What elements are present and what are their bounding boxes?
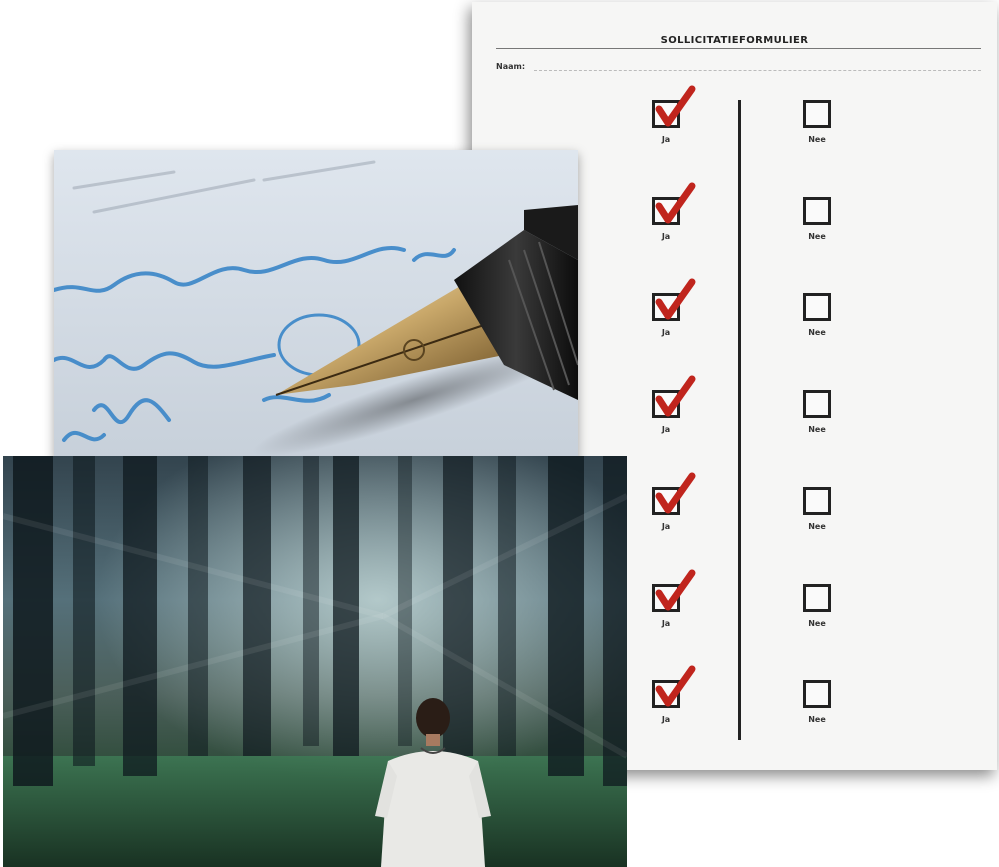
yes-label: Ja: [661, 522, 671, 531]
no-checkbox: [803, 100, 831, 128]
yes-checkbox: [652, 569, 696, 612]
yes-option: Ja: [636, 472, 696, 531]
no-option: Nee: [787, 293, 847, 337]
yes-label: Ja: [661, 425, 671, 434]
no-label: Nee: [808, 619, 826, 628]
no-checkbox: [803, 293, 831, 321]
no-checkbox: [803, 584, 831, 612]
no-label: Nee: [808, 715, 826, 724]
checkmark-icon: [655, 375, 696, 417]
checkmark-icon: [655, 85, 696, 127]
yes-checkbox: [652, 182, 696, 225]
no-option: Nee: [787, 100, 847, 144]
form-title: SOLLICITATIEFORMULIER: [660, 35, 809, 46]
no-label: Nee: [808, 328, 826, 337]
no-label: Nee: [808, 135, 826, 144]
yes-option: Ja: [636, 569, 696, 628]
checkmark-icon: [655, 472, 696, 514]
yes-checkbox: [652, 375, 696, 418]
checkmark-icon: [655, 569, 696, 611]
yes-checkbox: [652, 472, 696, 515]
forest-illustration: [3, 456, 627, 867]
no-label: Nee: [808, 232, 826, 241]
yes-label: Ja: [661, 135, 671, 144]
yes-label: Ja: [661, 232, 671, 241]
title-rule: [496, 48, 981, 49]
yes-checkbox: [652, 278, 696, 321]
no-option: Nee: [787, 680, 847, 724]
no-option: Nee: [787, 197, 847, 241]
yes-label: Ja: [661, 715, 671, 724]
name-label: Naam:: [496, 62, 526, 71]
checkmark-icon: [655, 278, 696, 320]
yes-option: Ja: [636, 665, 696, 724]
no-checkbox: [803, 197, 831, 225]
fountain-pen-photo: [54, 150, 578, 460]
no-checkbox: [803, 390, 831, 418]
no-checkbox: [803, 680, 831, 708]
checkmark-icon: [655, 182, 696, 224]
forest-person-photo: [3, 456, 627, 867]
yes-option: Ja: [636, 375, 696, 434]
yes-option: Ja: [636, 182, 696, 241]
name-line: [534, 70, 981, 71]
yes-option: Ja: [636, 85, 696, 144]
yes-checkbox: [652, 665, 696, 708]
yes-label: Ja: [661, 619, 671, 628]
yes-option: Ja: [636, 278, 696, 337]
no-option: Nee: [787, 390, 847, 434]
no-checkbox: [803, 487, 831, 515]
no-label: Nee: [808, 522, 826, 531]
checkmark-icon: [655, 665, 696, 707]
fountain-pen-illustration: [54, 160, 578, 457]
yes-label: Ja: [661, 328, 671, 337]
no-option: Nee: [787, 584, 847, 628]
no-option: Nee: [787, 487, 847, 531]
yes-checkbox: [652, 85, 696, 128]
no-label: Nee: [808, 425, 826, 434]
